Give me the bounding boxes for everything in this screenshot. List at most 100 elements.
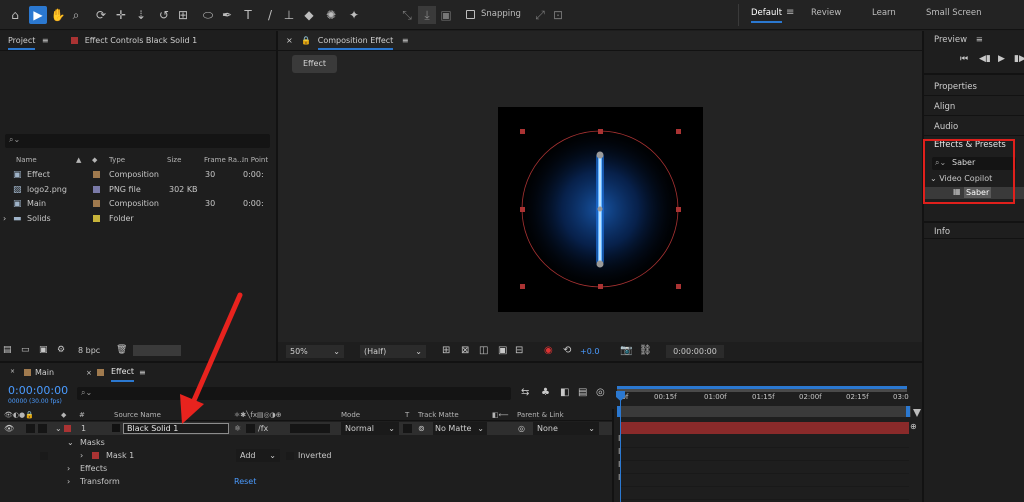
solo-toggle[interactable] <box>26 424 35 433</box>
workspace-menu-icon[interactable]: ≡ <box>786 7 794 18</box>
magnification-dropdown[interactable]: 50% ⌄ <box>286 345 344 358</box>
mask-1-label[interactable]: Mask 1 <box>106 449 134 463</box>
transparency-grid-icon[interactable]: ⊠ <box>461 345 469 356</box>
timeline-current-time[interactable]: 0:00:00:00 <box>8 384 68 397</box>
mask-visibility-toggle[interactable] <box>40 452 48 460</box>
guides-icon[interactable]: ⊟ <box>515 345 523 356</box>
snapshot-icon[interactable]: 📷 <box>620 345 632 356</box>
time-ruler[interactable]: 00f 00:15f 01:00f 01:15f 02:00f 02:15f 0… <box>617 393 917 407</box>
composition-breadcrumb[interactable]: Effect <box>292 55 337 73</box>
snap-features-icon[interactable]: ⊡ <box>549 6 567 24</box>
matte-source-icon[interactable]: ⊚ <box>418 422 425 435</box>
close-tab-icon[interactable]: × <box>286 36 293 45</box>
preview-title[interactable]: Preview ≡ <box>934 35 983 45</box>
layer-switches[interactable] <box>290 424 330 433</box>
previous-frame-icon[interactable]: ◀▮ <box>979 54 991 64</box>
mask-visibility-icon[interactable]: ◫ <box>479 345 488 356</box>
brush-icon[interactable]: / <box>261 6 279 24</box>
keyframe-marker[interactable]: I <box>618 434 620 443</box>
world-axis-icon[interactable]: ⤓ <box>418 6 436 24</box>
chevron-right-icon[interactable]: › <box>3 212 6 226</box>
col-t[interactable]: T <box>405 409 409 421</box>
inverted-checkbox[interactable] <box>286 452 294 460</box>
chevron-right-icon[interactable]: › <box>67 462 70 476</box>
puppet-pin-icon[interactable]: ✦ <box>345 6 363 24</box>
workspace-learn[interactable]: Learn <box>872 8 896 18</box>
col-in-point[interactable]: In Point <box>242 154 268 166</box>
panel-menu-icon[interactable]: ≡ <box>42 36 49 45</box>
shy-layers-icon[interactable]: ◧ <box>560 387 569 398</box>
selection-icon[interactable]: ▶ <box>29 6 47 24</box>
timeline-search-input[interactable]: ⌕⌄ <box>77 387 511 400</box>
draft-3d-icon[interactable]: ♣ <box>541 387 550 398</box>
region-of-interest-icon[interactable]: ▣ <box>498 345 507 356</box>
parent-dropdown[interactable]: None ⌄ <box>533 422 599 435</box>
fast-previews-icon[interactable]: ⊞ <box>442 345 450 356</box>
color-channel-icon[interactable]: ◉ <box>544 345 553 356</box>
workspace-default[interactable]: Default <box>751 8 783 23</box>
new-composition-icon[interactable]: ▣ <box>39 345 48 355</box>
hand-icon[interactable]: ✋ <box>49 6 67 24</box>
roto-brush-icon[interactable]: ✺ <box>322 6 340 24</box>
label-tag-icon[interactable]: ◆ <box>61 409 66 421</box>
panel-menu-icon[interactable]: ≡ <box>976 35 983 45</box>
snap-edges-icon[interactable]: ⤢ <box>531 6 549 24</box>
workspace-small-screen[interactable]: Small Screen <box>926 8 982 18</box>
exposure-value[interactable]: +0.0 <box>580 347 599 356</box>
first-frame-icon[interactable]: ⏮ <box>960 54 968 64</box>
lock-icon[interactable]: 🔒 <box>301 36 311 45</box>
layer-duration-bar[interactable] <box>621 422 909 434</box>
eye-icon[interactable]: 👁 <box>4 422 14 435</box>
close-tab-icon[interactable]: × <box>10 362 15 382</box>
new-folder-icon[interactable]: ▭ <box>21 345 30 355</box>
col-source-name[interactable]: Source Name <box>114 409 161 421</box>
keyframe-marker[interactable]: I <box>618 460 620 469</box>
tab-composition-effect[interactable]: Composition Effect <box>317 36 394 50</box>
masks-group-row[interactable]: ⌄ Masks <box>0 436 612 450</box>
col-size[interactable]: Size <box>167 154 181 166</box>
tab-effect[interactable]: Effect <box>111 363 135 382</box>
tab-main[interactable]: Main <box>35 363 54 383</box>
comp-marker-icon[interactable] <box>913 409 921 417</box>
pick-whip-icon[interactable]: ◎ <box>518 422 525 435</box>
viewer-timecode[interactable]: 0:00:00:00 <box>666 345 724 358</box>
layer-end-icon[interactable]: ⊕ <box>910 422 917 431</box>
col-mode[interactable]: Mode <box>341 409 360 421</box>
interpret-footage-icon[interactable]: ▤ <box>3 345 12 355</box>
rotate-icon[interactable]: ↺ <box>155 6 173 24</box>
pan-behind-icon[interactable]: ⊞ <box>174 6 192 24</box>
next-frame-icon[interactable]: ▮▶ <box>1014 54 1024 64</box>
chevron-down-icon[interactable]: ⌄ <box>55 422 62 435</box>
layer-row-black-solid-1[interactable]: 👁 ⌄ 1 Black Solid 1 ⚛ /fx Normal ⌄ ⊚ No … <box>0 422 612 435</box>
motion-blur-icon[interactable]: ◎ <box>596 387 605 398</box>
audio-panel-tab[interactable]: Audio <box>924 118 1024 136</box>
orbit-icon[interactable]: ⟳ <box>92 6 110 24</box>
eraser-icon[interactable]: ◆ <box>300 6 318 24</box>
pan-icon[interactable]: ✛ <box>112 6 130 24</box>
snapping-checkbox[interactable] <box>466 10 475 19</box>
composition-viewer[interactable] <box>498 107 703 312</box>
col-frame-rate[interactable]: Frame Ra... <box>204 154 244 166</box>
show-channel-icon[interactable]: ⛓ <box>639 345 652 356</box>
chevron-down-icon[interactable]: ⌄ <box>67 436 74 450</box>
panel-menu-icon[interactable]: ≡ <box>139 363 146 383</box>
timeline-nav-bar[interactable] <box>617 406 911 417</box>
label-tag-icon[interactable]: ◆ <box>92 154 97 166</box>
chevron-right-icon[interactable]: › <box>67 475 70 489</box>
project-search-input[interactable]: ⌕⌄ <box>5 134 270 148</box>
saber-start-point[interactable] <box>596 151 604 159</box>
transform-group-row[interactable]: › Transform Reset <box>0 475 612 489</box>
tab-project[interactable]: Project <box>8 36 36 50</box>
play-icon[interactable]: ▶ <box>998 54 1005 64</box>
close-tab-icon[interactable]: × <box>86 363 92 383</box>
chevron-right-icon[interactable]: › <box>80 449 83 463</box>
project-item-row[interactable]: › ▬ Solids Folder <box>0 212 276 226</box>
resolution-dropdown[interactable]: (Half) ⌄ <box>360 345 426 358</box>
clone-stamp-icon[interactable]: ⊥ <box>280 6 298 24</box>
home-icon[interactable]: ⌂ <box>6 6 24 24</box>
col-parent-link[interactable]: Parent & Link <box>517 409 564 421</box>
properties-panel-tab[interactable]: Properties <box>924 78 1024 96</box>
lock-toggle[interactable] <box>38 424 47 433</box>
keyframe-marker[interactable]: I <box>618 473 620 482</box>
mask-color-swatch[interactable] <box>92 452 99 459</box>
